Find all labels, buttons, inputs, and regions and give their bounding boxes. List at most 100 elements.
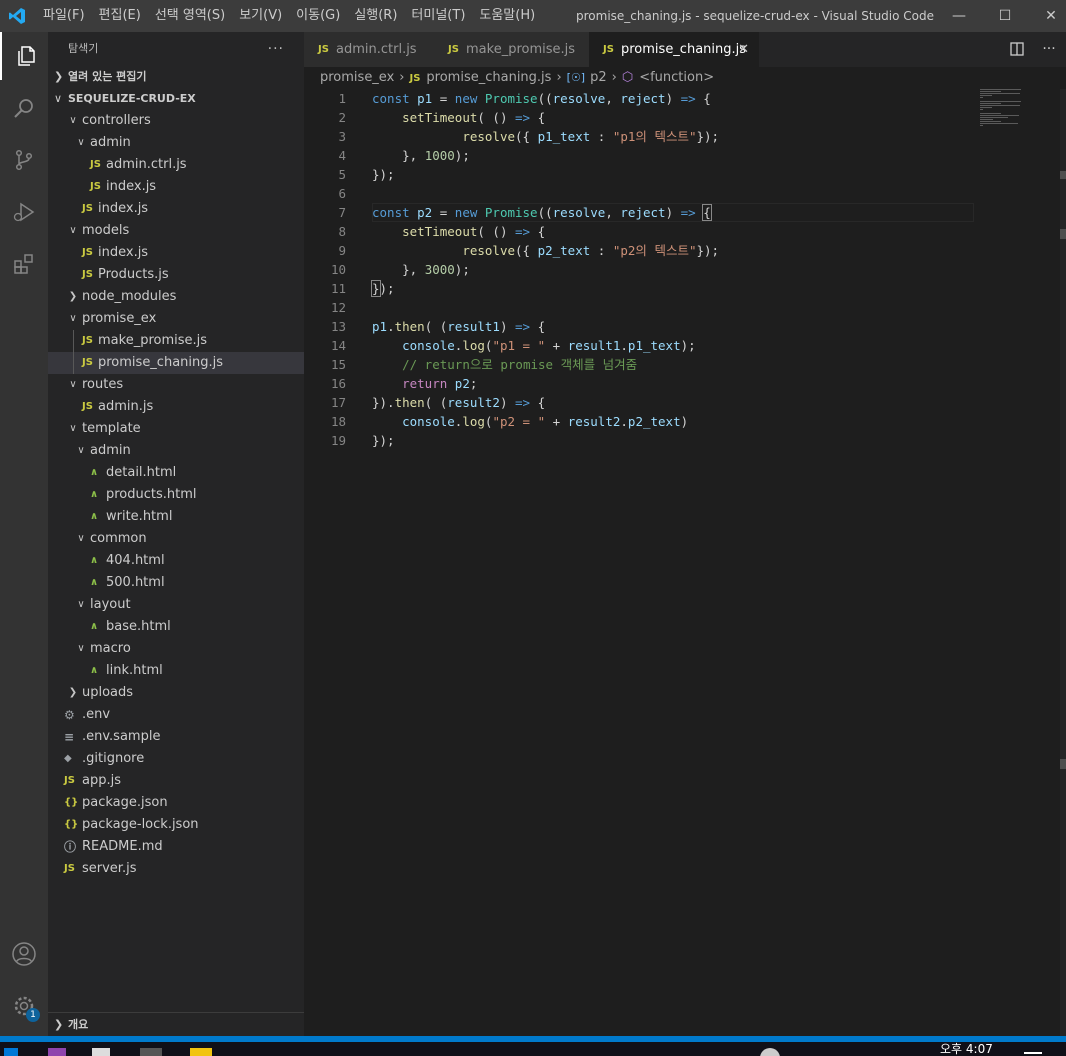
- outline-section[interactable]: ❯ 개요: [48, 1012, 304, 1036]
- code-line[interactable]: p1.then( (result1) => {: [372, 317, 545, 336]
- editor-more-actions-icon[interactable]: ···: [1034, 32, 1064, 67]
- more-actions-icon[interactable]: ···: [268, 32, 284, 66]
- tree-file[interactable]: ⚙ .env: [48, 704, 304, 726]
- tree-file[interactable]: {} package-lock.json: [48, 814, 304, 836]
- tree-file[interactable]: JS index.js: [48, 242, 304, 264]
- breadcrumb-folder[interactable]: promise_ex: [320, 67, 394, 89]
- tree-folder[interactable]: ∨ macro: [48, 638, 304, 660]
- source-control-icon[interactable]: [0, 136, 48, 184]
- tree-folder[interactable]: ❯ node_modules: [48, 286, 304, 308]
- code-token: "p2 = ": [492, 414, 546, 429]
- code-line[interactable]: return p2;: [372, 374, 477, 393]
- split-editor-icon[interactable]: [1002, 32, 1032, 67]
- editor-scrollbar[interactable]: [1060, 89, 1066, 1036]
- breadcrumb-function[interactable]: <function>: [639, 67, 714, 89]
- code-editor[interactable]: 1 const p1 = new Promise((resolve, reject…: [304, 89, 984, 1036]
- editor-tab[interactable]: JS promise_chaning.js ✕: [589, 32, 759, 67]
- code-line[interactable]: }, 3000);: [372, 260, 470, 279]
- tree-file[interactable]: ∧ link.html: [48, 660, 304, 682]
- editor-tab[interactable]: JS admin.ctrl.js: [304, 32, 434, 67]
- tree-file[interactable]: JS admin.ctrl.js: [48, 154, 304, 176]
- code-line[interactable]: }).then( (result2) => {: [372, 393, 545, 412]
- tree-folder[interactable]: ∨ admin: [48, 132, 304, 154]
- tree-folder[interactable]: ∨ template: [48, 418, 304, 440]
- project-section[interactable]: ∨ SEQUELIZE-CRUD-EX: [48, 88, 304, 110]
- code-line[interactable]: resolve({ p1_text : "p1의 텍스트"});: [372, 127, 719, 146]
- tree-file[interactable]: JS server.js: [48, 858, 304, 880]
- windows-start-icon[interactable]: [4, 1048, 18, 1056]
- code-line[interactable]: });: [372, 431, 395, 450]
- code-line[interactable]: resolve({ p2_text : "p2의 텍스트"});: [372, 241, 719, 260]
- tree-file[interactable]: JS index.js: [48, 176, 304, 198]
- tree-folder[interactable]: ∨ layout: [48, 594, 304, 616]
- code-line[interactable]: }, 1000);: [372, 146, 470, 165]
- tree-folder[interactable]: ∨ routes: [48, 374, 304, 396]
- tree-file[interactable]: {} package.json: [48, 792, 304, 814]
- search-icon[interactable]: [0, 84, 48, 132]
- tree-file[interactable]: JS promise_chaning.js: [48, 352, 304, 374]
- minimap[interactable]: [980, 89, 1060, 129]
- extensions-icon[interactable]: [0, 240, 48, 288]
- chevron-down-icon: ∨: [77, 599, 85, 610]
- menu-item[interactable]: 파일(F): [36, 0, 92, 32]
- menu-item[interactable]: 선택 영역(S): [148, 0, 232, 32]
- code-line[interactable]: console.log("p1 = " + result1.p1_text);: [372, 336, 696, 355]
- tree-folder[interactable]: ∨ controllers: [48, 110, 304, 132]
- code-line[interactable]: console.log("p2 = " + result2.p2_text): [372, 412, 688, 431]
- taskbar-app-icon[interactable]: [140, 1048, 162, 1056]
- tray-icon[interactable]: [760, 1048, 780, 1056]
- tree-file[interactable]: JS app.js: [48, 770, 304, 792]
- minimize-button[interactable]: —: [936, 0, 982, 32]
- tree-file[interactable]: ◆ .gitignore: [48, 748, 304, 770]
- tree-file[interactable]: ≡ .env.sample: [48, 726, 304, 748]
- tree-folder[interactable]: ∨ models: [48, 220, 304, 242]
- tree-folder[interactable]: ∨ common: [48, 528, 304, 550]
- notification-icon[interactable]: [1024, 1052, 1042, 1054]
- menu-item[interactable]: 실행(R): [347, 0, 404, 32]
- taskbar-clock[interactable]: 오후 4:07: [940, 1042, 993, 1056]
- close-tab-icon[interactable]: ✕: [738, 32, 749, 67]
- menu-item[interactable]: 보기(V): [232, 0, 289, 32]
- tree-file[interactable]: JS index.js: [48, 198, 304, 220]
- code-line[interactable]: });: [372, 165, 395, 184]
- tree-file[interactable]: JS admin.js: [48, 396, 304, 418]
- tree-file[interactable]: ∧ base.html: [48, 616, 304, 638]
- code-line[interactable]: // return으로 promise 객체를 넘겨줌: [372, 355, 637, 374]
- taskbar-app-icon[interactable]: [92, 1048, 110, 1056]
- code-token: {: [530, 319, 546, 334]
- tree-file[interactable]: JS make_promise.js: [48, 330, 304, 352]
- tree-file[interactable]: ⓘ README.md: [48, 836, 304, 858]
- line-number: 1: [338, 91, 346, 106]
- menu-item[interactable]: 이동(G): [289, 0, 347, 32]
- code-line[interactable]: setTimeout( () => {: [372, 222, 545, 241]
- tree-file[interactable]: ∧ detail.html: [48, 462, 304, 484]
- code-line[interactable]: });: [371, 279, 395, 298]
- tree-file[interactable]: ∧ 500.html: [48, 572, 304, 594]
- tree-folder[interactable]: ❯ uploads: [48, 682, 304, 704]
- tree-folder[interactable]: ∨ admin: [48, 440, 304, 462]
- tree-file[interactable]: JS Products.js: [48, 264, 304, 286]
- code-line[interactable]: const p2 = new Promise((resolve, reject)…: [372, 203, 712, 222]
- code-line[interactable]: const p1 = new Promise((resolve, reject)…: [372, 89, 711, 108]
- taskbar-app-icon[interactable]: [190, 1048, 212, 1056]
- menu-item[interactable]: 편집(E): [92, 0, 148, 32]
- tree-folder[interactable]: ∨ promise_ex: [48, 308, 304, 330]
- taskbar-app-icon[interactable]: [48, 1048, 66, 1056]
- account-icon[interactable]: [0, 930, 48, 978]
- editor-tab[interactable]: JS make_promise.js: [434, 32, 589, 67]
- tree-file[interactable]: ∧ products.html: [48, 484, 304, 506]
- menu-item[interactable]: 도움말(H): [472, 0, 542, 32]
- close-window-button[interactable]: ✕: [1028, 0, 1066, 32]
- explorer-icon[interactable]: [0, 32, 48, 80]
- breadcrumb-symbol[interactable]: p2: [590, 67, 607, 89]
- open-editors-section[interactable]: ❯ 열려 있는 편집기: [48, 66, 304, 88]
- maximize-button[interactable]: ☐: [982, 0, 1028, 32]
- title-bar: 파일(F) 편집(E) 선택 영역(S) 보기(V) 이동(G) 실행(R) 터미널(T) 도…: [0, 0, 1066, 32]
- breadcrumb-file[interactable]: promise_chaning.js: [426, 67, 551, 89]
- tree-file[interactable]: ∧ 404.html: [48, 550, 304, 572]
- settings-gear-icon[interactable]: [0, 982, 48, 1030]
- tree-file[interactable]: ∧ write.html: [48, 506, 304, 528]
- menu-item[interactable]: 터미널(T): [404, 0, 472, 32]
- run-debug-icon[interactable]: [0, 188, 48, 236]
- code-line[interactable]: setTimeout( () => {: [372, 108, 545, 127]
